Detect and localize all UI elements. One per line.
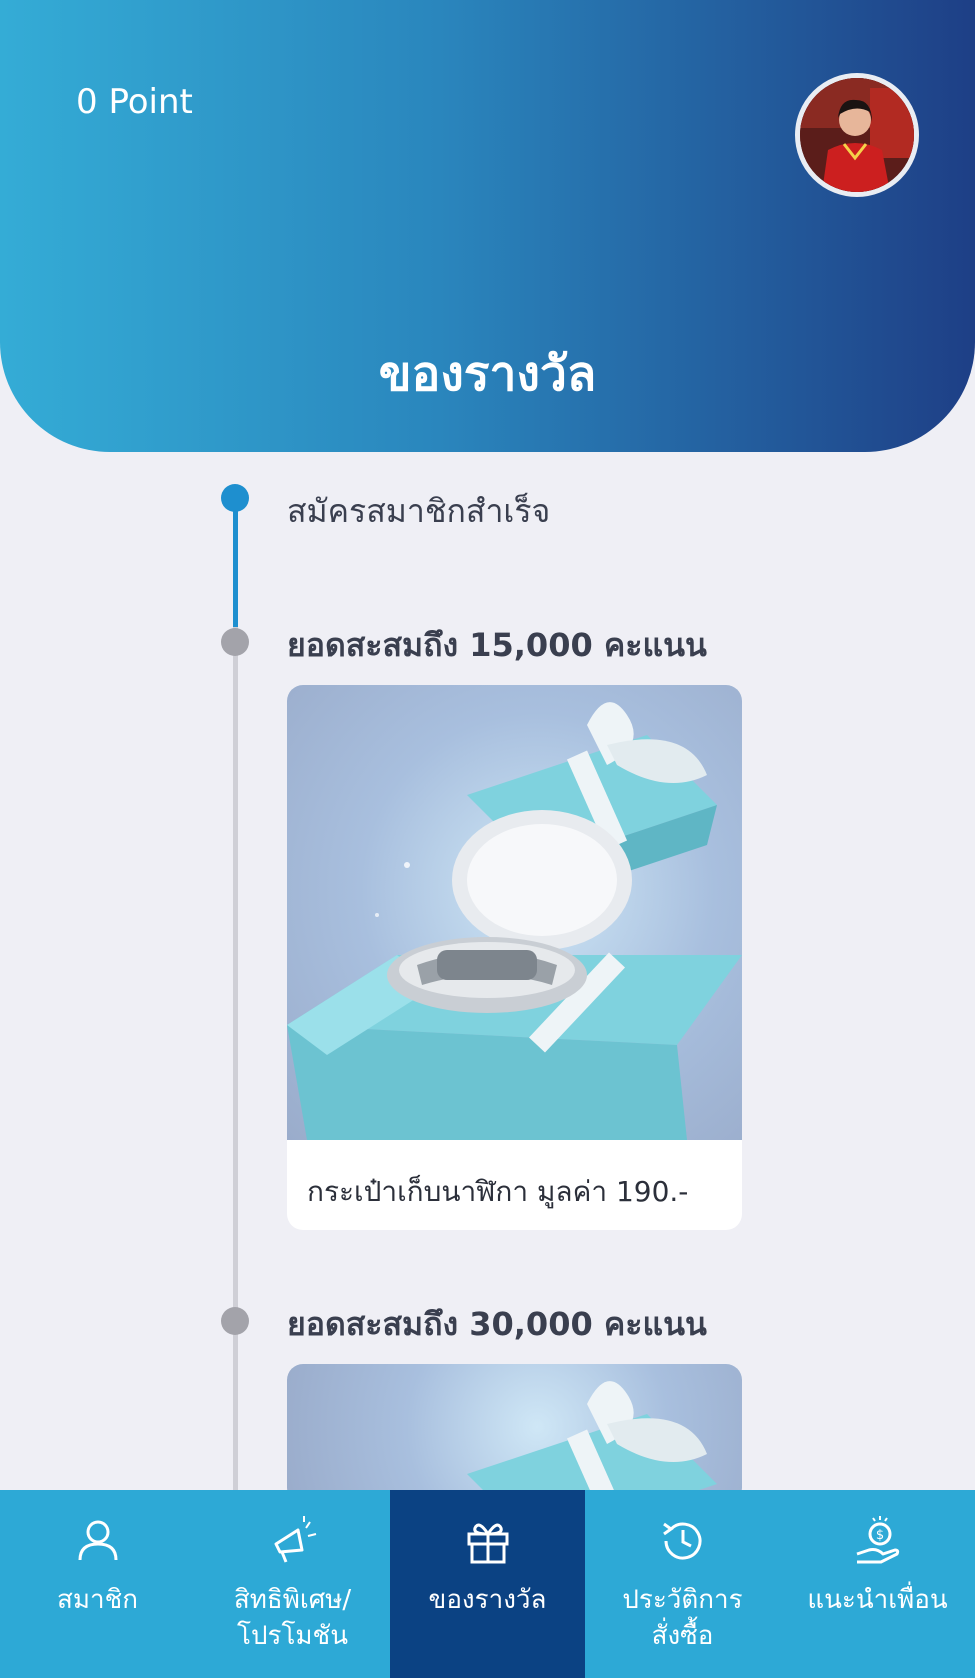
nav-item-promotions[interactable]: สิทธิพิเศษ/โปรโมชัน <box>195 1490 390 1678</box>
reward-image <box>287 685 742 1140</box>
header: 0 Point ของรางวัล <box>0 0 975 452</box>
reward-caption: กระเป๋าเก็บนาฬิกา มูลค่า 190.- <box>307 1175 689 1208</box>
timeline-dot-completed <box>221 484 249 512</box>
reward-image <box>287 1364 742 1504</box>
gift-icon <box>467 1523 508 1564</box>
reward-card[interactable] <box>287 1364 742 1504</box>
gift-box-illustration <box>467 1381 717 1504</box>
milestone-label: ยอดสะสมถึง 15,000 คะแนน <box>287 626 707 664</box>
nav-item-refer-friend[interactable]: $ แนะนำเพื่อน <box>780 1490 975 1678</box>
timeline-dot-pending <box>221 628 249 656</box>
megaphone-icon <box>274 1516 316 1563</box>
timeline-progress <box>233 497 238 627</box>
reward-card[interactable]: กระเป๋าเก็บนาฬิกา มูลค่า 190.- <box>287 685 742 1230</box>
nav-label: ของรางวัล <box>428 1585 547 1615</box>
milestone-label: ยอดสะสมถึง 30,000 คะแนน <box>287 1305 707 1343</box>
history-icon <box>662 1522 701 1560</box>
nav-label: ประวัติการ สั่งซื้อ <box>622 1585 743 1651</box>
gift-box-illustration <box>287 702 742 1140</box>
nav-item-member[interactable]: สมาชิก <box>0 1490 195 1678</box>
svg-text:$: $ <box>875 1528 883 1543</box>
nav-label: สิทธิพิเศษ/โปรโมชัน <box>233 1585 352 1651</box>
user-icon <box>78 1520 117 1561</box>
money-hand-icon: $ <box>856 1516 899 1564</box>
nav-label: แนะนำเพื่อน <box>807 1585 948 1615</box>
timeline-dot-pending <box>221 1307 249 1335</box>
avatar[interactable] <box>795 73 919 197</box>
milestone-label: สมัครสมาชิกสำเร็จ <box>287 492 551 530</box>
bottom-nav: สมาชิก สิทธิพิเศษ/โปรโมชัน ของรางวัล ประ… <box>0 1490 975 1678</box>
nav-item-order-history[interactable]: ประวัติการ สั่งซื้อ <box>585 1490 780 1678</box>
avatar-photo <box>800 78 914 192</box>
nav-label: สมาชิก <box>57 1585 138 1615</box>
nav-item-rewards[interactable]: ของรางวัล <box>390 1490 585 1678</box>
page-title: ของรางวัล <box>378 346 597 402</box>
points-balance: 0 Point <box>76 82 193 122</box>
